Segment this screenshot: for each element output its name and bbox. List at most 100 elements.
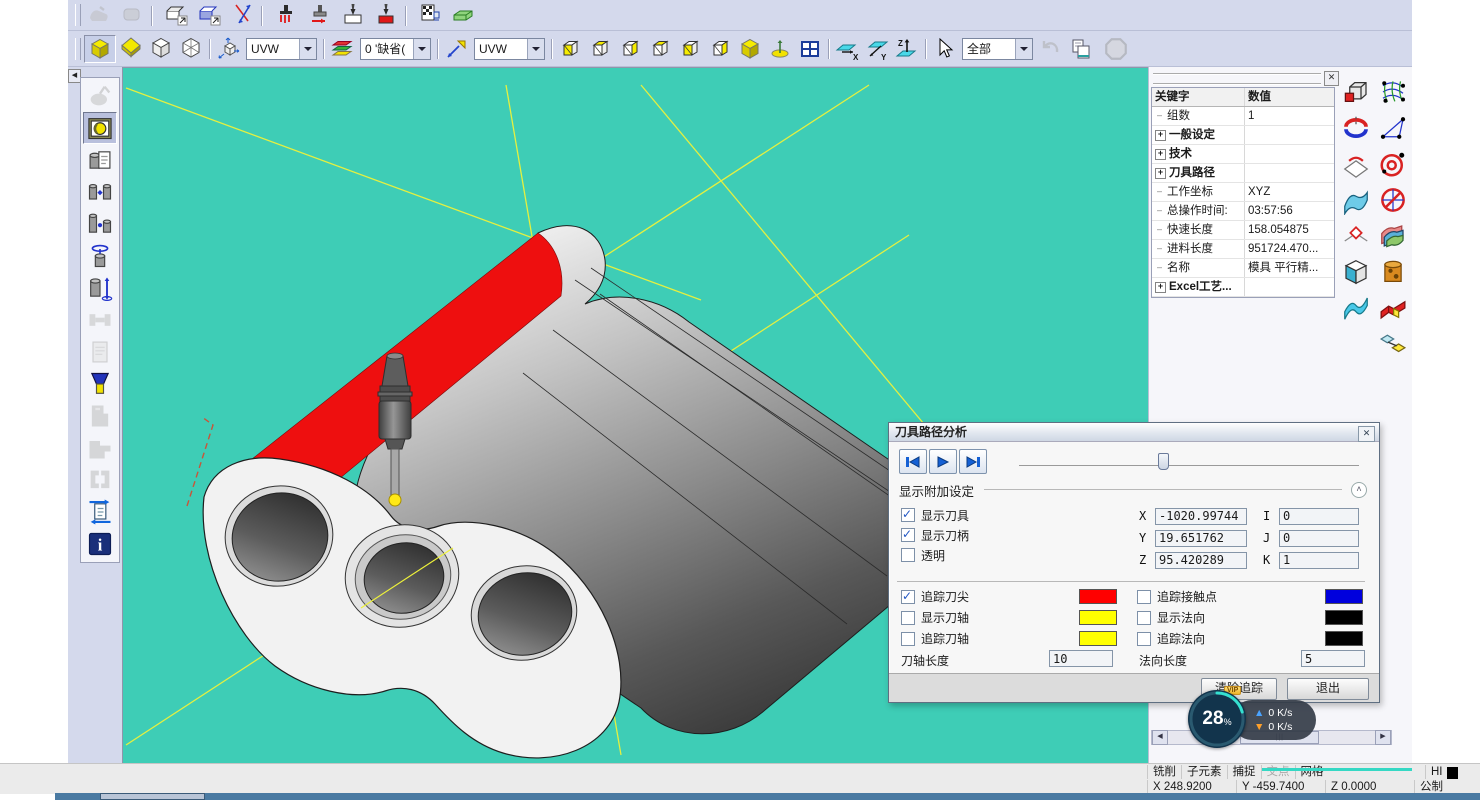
layer-combo[interactable]: 0 '缺省(	[360, 38, 431, 60]
checkbox-icon[interactable]	[901, 548, 915, 562]
mode-milling[interactable]: 铣削	[1147, 765, 1181, 779]
shaded-edges-button[interactable]	[116, 35, 146, 61]
filter-combo[interactable]: 全部	[962, 38, 1033, 60]
scroll-right-button[interactable]: ▶	[1375, 730, 1391, 745]
view-top-button[interactable]	[585, 36, 615, 62]
display-checkbox[interactable]: 显示刀具	[901, 505, 1101, 525]
checkbox-icon[interactable]	[901, 508, 915, 522]
viewports-layout-button[interactable]	[795, 36, 825, 62]
view-back-button[interactable]	[675, 36, 705, 62]
table-row[interactable]: +Excel工艺...	[1152, 278, 1334, 297]
go-first-button[interactable]	[899, 449, 927, 474]
dialog-close-button[interactable]: ✕	[1358, 426, 1375, 442]
network-speed-widget[interactable]: ▲0 K/s ▼0 K/s VIP 28 %	[1180, 686, 1330, 752]
column-header-key[interactable]: 关键字	[1152, 88, 1245, 106]
verify-display-button[interactable]	[83, 112, 117, 144]
trace-option-row[interactable]: 追踪法向	[1137, 628, 1363, 649]
tree-toggle-icon[interactable]: –	[1155, 264, 1164, 273]
open-stock-button[interactable]	[161, 1, 191, 27]
corner-blend-button[interactable]	[1339, 219, 1373, 252]
trace-option-row[interactable]: 追踪刀尖	[901, 586, 1117, 607]
transfer-data-button[interactable]	[83, 496, 117, 528]
trace-option-row[interactable]: 追踪刀轴	[901, 628, 1117, 649]
trace-option-row[interactable]: 追踪接触点	[1137, 586, 1363, 607]
ucs-x-button[interactable]	[832, 36, 862, 62]
dialog-title-bar[interactable]: 刀具路径分析	[889, 423, 1379, 442]
playback-slider[interactable]	[1019, 459, 1359, 466]
workplane-combo[interactable]: UVW	[246, 38, 317, 60]
connect-surfaces-button[interactable]	[1376, 327, 1410, 360]
table-row[interactable]: –名称 模具 平行精...	[1152, 259, 1334, 278]
tree-toggle-icon[interactable]: –	[1155, 188, 1164, 197]
ucs-y-button[interactable]	[862, 36, 892, 62]
checkbox-icon[interactable]	[901, 528, 915, 542]
tree-toggle-icon[interactable]: –	[1155, 112, 1164, 121]
display-checkbox[interactable]: 透明	[901, 545, 1101, 565]
mode-subelement[interactable]: 子元素	[1181, 765, 1227, 779]
net-surface-button[interactable]	[1376, 75, 1410, 108]
go-last-button[interactable]	[959, 449, 987, 474]
color-swatch[interactable]	[1325, 631, 1363, 646]
checkbox-icon[interactable]	[901, 611, 915, 625]
tool-sheet-button[interactable]	[83, 144, 117, 176]
table-row[interactable]: –总操作时间: 03:57:56	[1152, 202, 1334, 221]
tree-toggle-icon[interactable]: +	[1155, 282, 1166, 293]
panel-close-button[interactable]: ✕	[1324, 71, 1339, 86]
dropdown-arrow-icon[interactable]	[413, 39, 430, 59]
view-normal-button[interactable]	[765, 36, 795, 62]
mesh-surface-button[interactable]	[1376, 111, 1410, 144]
information-button[interactable]	[83, 528, 117, 560]
wireframe-view-button[interactable]	[146, 35, 176, 61]
vector-value-field[interactable]: 1	[1279, 552, 1359, 569]
surface-group-button[interactable]	[1376, 219, 1410, 252]
trace-option-row[interactable]: 显示刀轴	[901, 607, 1117, 628]
properties-panel-header[interactable]: ✕	[1151, 71, 1341, 85]
coordinate-value-field[interactable]: 19.651762	[1155, 530, 1247, 547]
boundary-circles-button[interactable]	[1376, 147, 1410, 180]
color-swatch[interactable]	[1325, 610, 1363, 625]
tool-motion-button[interactable]	[305, 1, 335, 27]
table-row[interactable]: –进料长度 951724.470...	[1152, 240, 1334, 259]
ucs-z-button[interactable]	[892, 36, 922, 62]
clipboard-button[interactable]	[1066, 36, 1096, 62]
solid-box-button[interactable]	[1339, 255, 1373, 288]
revolve-surface-button[interactable]	[1339, 111, 1373, 144]
coolant-simulation-button[interactable]	[271, 1, 301, 27]
shaded-view-button[interactable]	[84, 35, 116, 63]
view-right-button[interactable]	[615, 36, 645, 62]
tree-toggle-icon[interactable]: +	[1155, 149, 1166, 160]
mode-snap[interactable]: 捕捉	[1227, 765, 1261, 779]
measure-button[interactable]	[228, 1, 258, 27]
toolbar-grip[interactable]	[75, 38, 81, 60]
dropdown-arrow-icon[interactable]	[1015, 39, 1032, 59]
tree-toggle-icon[interactable]: –	[1155, 226, 1164, 235]
update-stock-button[interactable]	[194, 1, 224, 27]
tree-toggle-icon[interactable]: –	[1155, 207, 1164, 216]
checkbox-icon[interactable]	[1137, 590, 1151, 604]
coordinate-value-field[interactable]: -1020.99744	[1155, 508, 1247, 525]
checkbox-icon[interactable]	[901, 632, 915, 646]
normal-length-field[interactable]: 5	[1301, 650, 1365, 667]
color-swatch[interactable]	[1325, 589, 1363, 604]
scroll-left-button[interactable]: ◀	[1152, 730, 1168, 745]
section-collapse-button[interactable]: ˄	[1351, 482, 1367, 498]
drive-surface-button[interactable]	[1339, 183, 1373, 216]
play-button[interactable]	[929, 449, 957, 474]
table-row[interactable]: –工作坐标 XYZ	[1152, 183, 1334, 202]
color-swatch[interactable]	[1079, 631, 1117, 646]
tree-toggle-icon[interactable]: –	[1155, 245, 1164, 254]
dropdown-arrow-icon[interactable]	[299, 39, 316, 59]
coordinate-value-field[interactable]: 95.420289	[1155, 552, 1247, 569]
checkbox-icon[interactable]	[1137, 632, 1151, 646]
vector-value-field[interactable]: 0	[1279, 530, 1359, 547]
table-row[interactable]: +一般设定	[1152, 126, 1334, 145]
hidden-line-button[interactable]	[176, 35, 206, 61]
view-bottom-button[interactable]	[705, 36, 735, 62]
hi-color-box[interactable]	[1447, 767, 1458, 779]
checkbox-icon[interactable]	[1137, 611, 1151, 625]
table-row[interactable]: +技术	[1152, 145, 1334, 164]
select-button[interactable]	[929, 36, 959, 62]
slider-thumb[interactable]	[1158, 453, 1169, 470]
material-removal-button[interactable]	[371, 1, 401, 27]
dropdown-arrow-icon[interactable]	[527, 39, 544, 59]
